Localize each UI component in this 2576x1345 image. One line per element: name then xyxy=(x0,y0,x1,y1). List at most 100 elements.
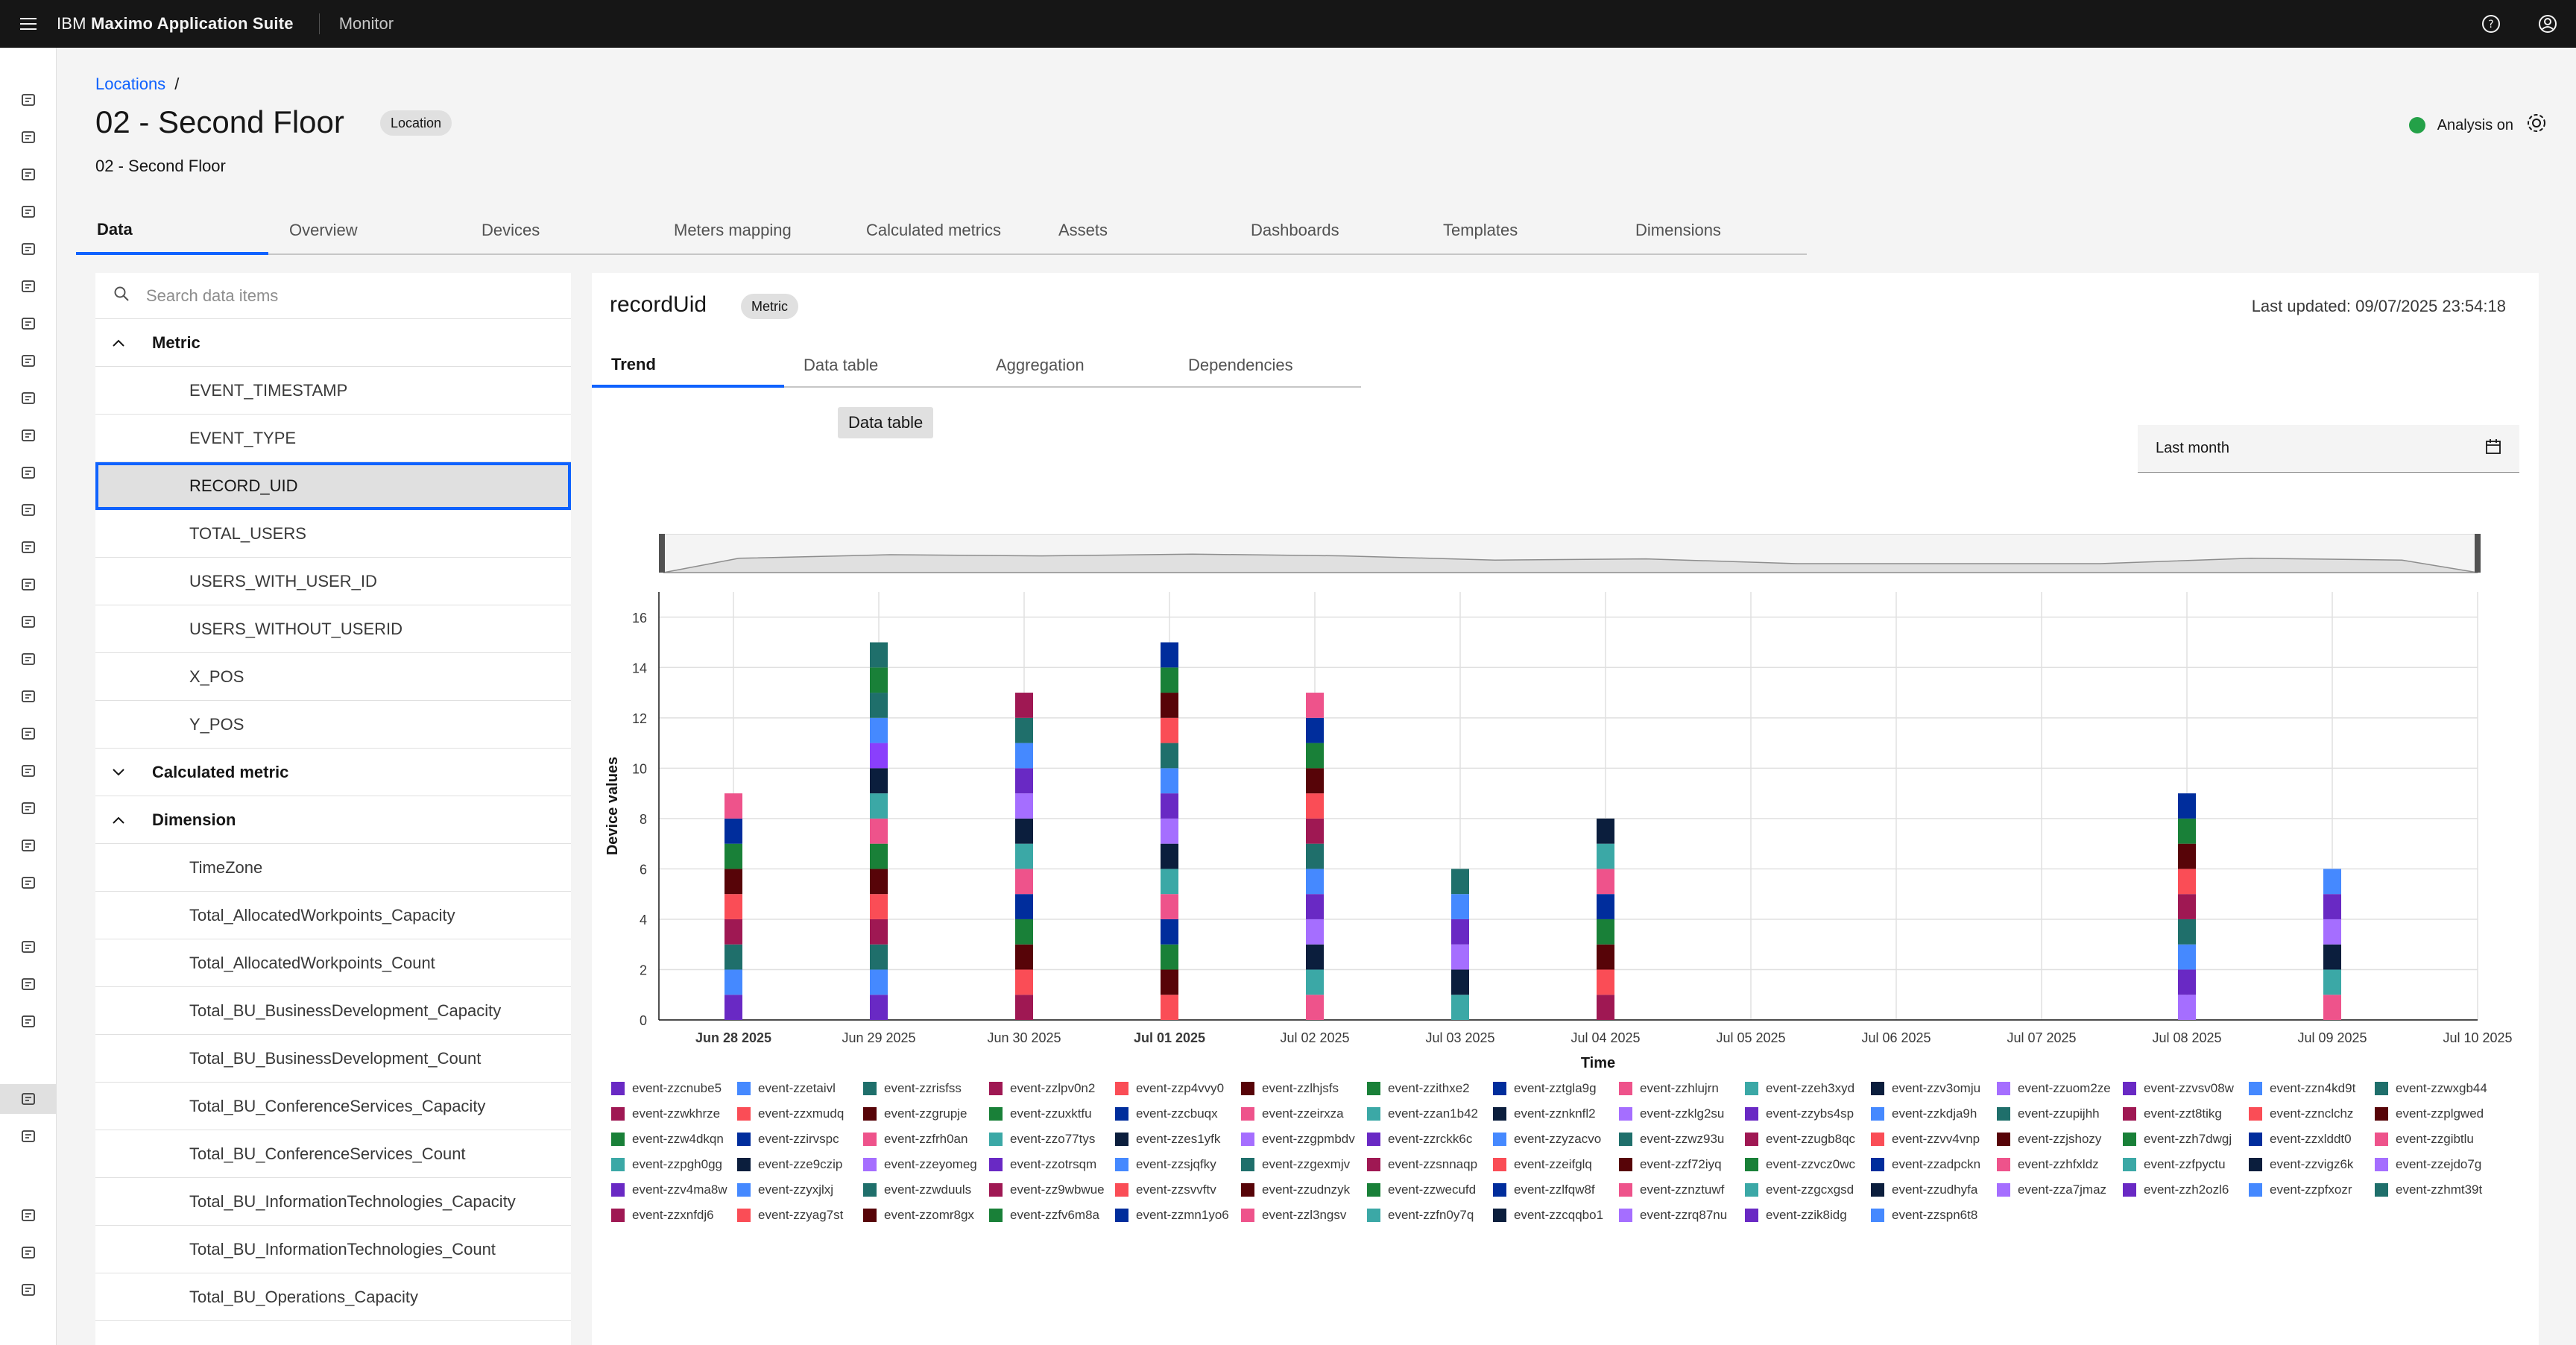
chevron-up-icon[interactable] xyxy=(112,816,130,825)
legend-item[interactable]: event-zzfn0y7q xyxy=(1367,1208,1493,1223)
legend-item[interactable]: event-zzt8tikg xyxy=(2123,1106,2249,1121)
legend-item[interactable]: event-zzan1b42 xyxy=(1367,1106,1493,1121)
tab-assets[interactable]: Assets xyxy=(1038,207,1230,255)
settings-alert-icon[interactable] xyxy=(0,1238,57,1267)
legend-item[interactable]: event-zzrisfss xyxy=(863,1081,989,1096)
legend-item[interactable]: event-zznclchz xyxy=(2249,1106,2375,1121)
legend-item[interactable]: event-zzpgh0gg xyxy=(611,1157,737,1172)
legend-item[interactable]: event-zzgcxgsd xyxy=(1745,1182,1871,1197)
legend-item[interactable]: event-zzh2ozl6 xyxy=(2123,1182,2249,1197)
help-icon[interactable]: ? xyxy=(2463,0,2519,48)
clipboard-check-icon[interactable] xyxy=(0,234,57,264)
legend-item[interactable]: event-zzhmt39t xyxy=(2375,1182,2501,1197)
legend-item[interactable]: event-zzwxgb44 xyxy=(2375,1081,2501,1096)
legend-item[interactable]: event-zzotrsqm xyxy=(989,1157,1115,1172)
legend-item[interactable]: event-zzhlujrn xyxy=(1619,1081,1745,1096)
legend-item[interactable]: event-zznknfl2 xyxy=(1493,1106,1619,1121)
legend-item[interactable]: event-zzjshozy xyxy=(1997,1132,2123,1147)
legend-item[interactable]: event-zzmn1yo6 xyxy=(1115,1208,1241,1223)
tree-item[interactable]: Total_BU_BusinessDevelopment_Capacity xyxy=(95,987,571,1035)
legend-item[interactable]: event-zzcnube5 xyxy=(611,1081,737,1096)
hierarchy-icon[interactable] xyxy=(0,756,57,786)
chevron-down-icon[interactable] xyxy=(112,768,130,777)
legend-item[interactable]: event-zzfrh0an xyxy=(863,1132,989,1147)
legend-item[interactable]: event-zzeirxza xyxy=(1241,1106,1367,1121)
legend-item[interactable]: event-zzvigz6k xyxy=(2249,1157,2375,1172)
brand-name[interactable]: IBM Maximo Application Suite xyxy=(57,14,294,34)
legend-item[interactable]: event-zzsnnaqp xyxy=(1367,1157,1493,1172)
legend-item[interactable]: event-zzgpmbdv xyxy=(1241,1132,1367,1147)
sliders-icon[interactable] xyxy=(0,793,57,823)
legend-item[interactable]: event-zzeh3xyd xyxy=(1745,1081,1871,1096)
lock-icon[interactable] xyxy=(0,644,57,674)
legend-item[interactable]: event-zzcqqbo1 xyxy=(1493,1208,1619,1223)
tree-item[interactable]: EVENT_TYPE xyxy=(95,415,571,462)
legend-item[interactable]: event-zzvsv08w xyxy=(2123,1081,2249,1096)
legend-item[interactable]: event-zzpfxozr xyxy=(2249,1182,2375,1197)
tree-item[interactable]: Total_BU_ConferenceServices_Capacity xyxy=(95,1083,571,1130)
bar-chart-icon[interactable] xyxy=(0,122,57,152)
legend-item[interactable]: event-zzv4ma8w xyxy=(611,1182,737,1197)
legend-item[interactable]: event-zzv3omju xyxy=(1871,1081,1997,1096)
legend-item[interactable]: event-zzeyomeg xyxy=(863,1157,989,1172)
legend-item[interactable]: event-zzfv6m8a xyxy=(989,1208,1115,1223)
legend-item[interactable]: event-zza7jmaz xyxy=(1997,1182,2123,1197)
legend-item[interactable]: event-zzyxjlxj xyxy=(737,1182,863,1197)
legend-item[interactable]: event-zzrckk6c xyxy=(1367,1132,1493,1147)
table-icon[interactable] xyxy=(0,1084,57,1114)
legend-item[interactable]: event-zznztuwf xyxy=(1619,1182,1745,1197)
search-input[interactable] xyxy=(146,286,534,306)
cart-icon[interactable] xyxy=(0,681,57,711)
tree-item[interactable]: Total_BU_InformationTechnologies_Capacit… xyxy=(95,1178,571,1226)
tree-item[interactable]: TOTAL_USERS xyxy=(95,510,571,558)
legend-item[interactable]: event-zzsvvftv xyxy=(1115,1182,1241,1197)
monitor-icon[interactable] xyxy=(0,346,57,376)
legend-item[interactable]: event-zzf72iyq xyxy=(1619,1157,1745,1172)
grid-icon[interactable] xyxy=(0,383,57,413)
legend-item[interactable]: event-zzuxktfu xyxy=(989,1106,1115,1121)
legend-item[interactable]: event-zzwecufd xyxy=(1367,1182,1493,1197)
tree-item[interactable]: Total_BU_Operations_Capacity xyxy=(95,1273,571,1321)
legend-item[interactable]: event-zzspn6t8 xyxy=(1871,1208,1997,1223)
legend-item[interactable]: event-zzirvspc xyxy=(737,1132,863,1147)
legend-item[interactable]: event-zzl3ngsv xyxy=(1241,1208,1367,1223)
handshake-icon[interactable] xyxy=(0,719,57,749)
document-icon[interactable] xyxy=(0,868,57,898)
phone-icon[interactable] xyxy=(0,1200,57,1230)
briefcase-icon[interactable] xyxy=(0,420,57,450)
legend-item[interactable]: event-zzik8idg xyxy=(1745,1208,1871,1223)
legend-item[interactable]: event-zzlpv0n2 xyxy=(989,1081,1115,1096)
legend-item[interactable]: event-zzudhyfa xyxy=(1871,1182,1997,1197)
legend-item[interactable]: event-zzo77tys xyxy=(989,1132,1115,1147)
legend-item[interactable]: event-zzrq87nu xyxy=(1619,1208,1745,1223)
legend-item[interactable]: event-zzithxe2 xyxy=(1367,1081,1493,1096)
legend-item[interactable]: event-zzadpckn xyxy=(1871,1157,1997,1172)
subtab-trend[interactable]: Trend xyxy=(592,344,784,388)
tree-item[interactable]: USERS_WITHOUT_USERID xyxy=(95,605,571,653)
legend-item[interactable]: event-zzwduuls xyxy=(863,1182,989,1197)
chevron-up-icon[interactable] xyxy=(112,338,130,347)
tree-item[interactable]: Total_AllocatedWorkpoints_Count xyxy=(95,939,571,987)
tree-item[interactable]: X_POS xyxy=(95,653,571,701)
legend-item[interactable]: event-zzn4kd9t xyxy=(2249,1081,2375,1096)
legend-item[interactable]: event-zzwkhrze xyxy=(611,1106,737,1121)
settings-icon[interactable] xyxy=(0,1275,57,1305)
tab-overview[interactable]: Overview xyxy=(268,207,461,255)
legend-item[interactable]: event-zzomr8gx xyxy=(863,1208,989,1223)
legend-item[interactable]: event-zzgibtlu xyxy=(2375,1132,2501,1147)
tree-group-calculated-metric[interactable]: Calculated metric xyxy=(95,749,571,796)
tree-item[interactable]: Total_AllocatedWorkpoints_Capacity xyxy=(95,892,571,939)
gauge-icon[interactable] xyxy=(0,969,57,999)
line-chart-icon[interactable] xyxy=(0,309,57,338)
legend-item[interactable]: event-zzuom2ze xyxy=(1997,1081,2123,1096)
tree-item[interactable]: Total_BU_InformationTechnologies_Count xyxy=(95,1226,571,1273)
legend-item[interactable]: event-zzupijhh xyxy=(1997,1106,2123,1121)
tree-item[interactable]: TimeZone xyxy=(95,844,571,892)
legend-item[interactable]: event-zzes1yfk xyxy=(1115,1132,1241,1147)
legend-item[interactable]: event-zzxlddt0 xyxy=(2249,1132,2375,1147)
legend-item[interactable]: event-zzeifglq xyxy=(1493,1157,1619,1172)
legend-item[interactable]: event-zzxnfdj6 xyxy=(611,1208,737,1223)
user-icon[interactable] xyxy=(0,85,57,115)
legend-item[interactable]: event-zze9czip xyxy=(737,1157,863,1172)
org-chart-icon[interactable] xyxy=(0,1007,57,1036)
